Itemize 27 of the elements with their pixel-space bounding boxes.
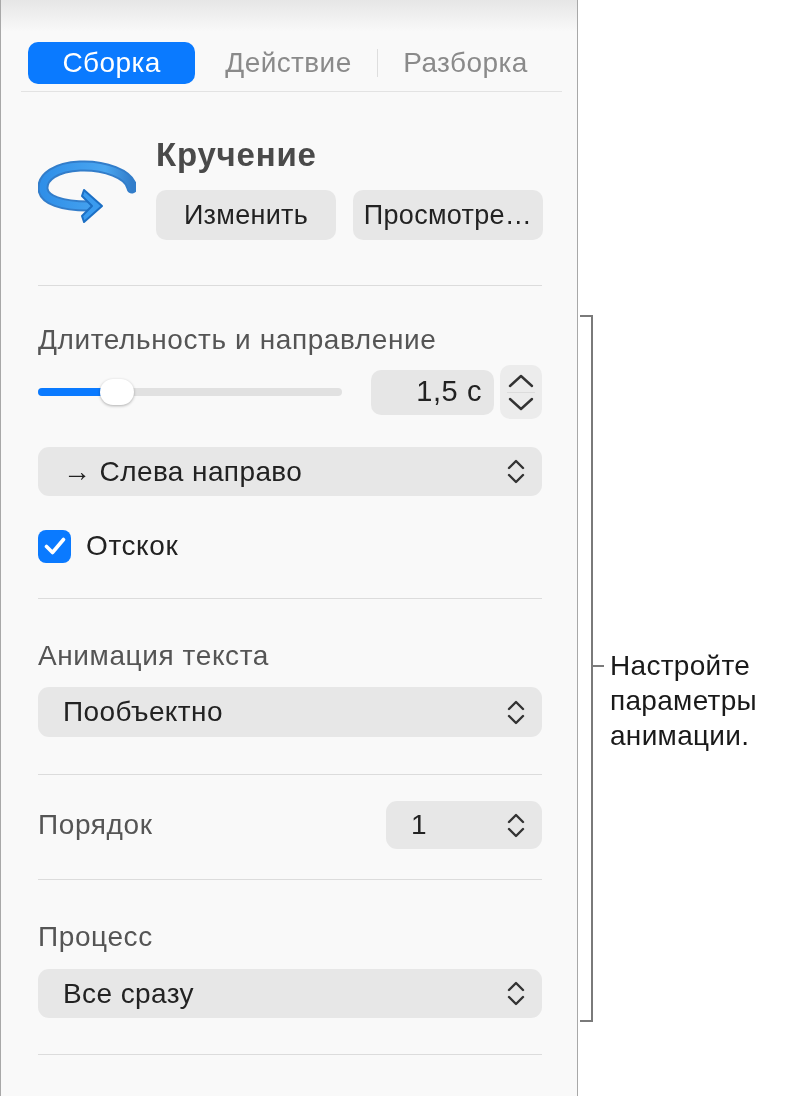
order-dropdown[interactable]: 1 [386, 801, 542, 849]
duration-field[interactable]: 1,5 с [371, 369, 495, 415]
section-label: Длительность и направление [38, 323, 437, 357]
change-button[interactable]: Изменить [156, 190, 336, 240]
callout-text: Настройте параметры анимации. [610, 649, 758, 753]
chevron-down-icon[interactable] [507, 396, 536, 411]
section-label: Анимация текста [38, 639, 269, 673]
slider-thumb[interactable] [100, 379, 135, 405]
section-label: Процесс [38, 920, 153, 954]
up-down-chevron-icon [507, 459, 525, 484]
duration-slider-track[interactable] [38, 379, 343, 405]
up-down-chevron-icon [507, 812, 525, 838]
effect-title: Кручение [156, 135, 317, 175]
preview-button[interactable]: Просмотре… [353, 190, 543, 240]
tab[interactable]: Сборка [28, 42, 195, 84]
checkmark-icon [43, 537, 66, 555]
up-down-chevron-icon [507, 981, 525, 1006]
section-label: Порядок [38, 808, 153, 842]
stepper[interactable] [500, 365, 542, 419]
bounce-label: Отскок [86, 529, 179, 563]
text-animation-dropdown[interactable]: Пообъектно [38, 687, 542, 737]
direction-dropdown[interactable]: → Слева направо [38, 447, 542, 496]
bounce-checkbox[interactable] [38, 529, 71, 563]
up-down-chevron-icon [507, 699, 525, 725]
chevron-up-icon[interactable] [507, 373, 536, 388]
delivery-dropdown[interactable]: Все сразу [38, 969, 542, 1018]
curved-arrow-icon [38, 160, 136, 224]
